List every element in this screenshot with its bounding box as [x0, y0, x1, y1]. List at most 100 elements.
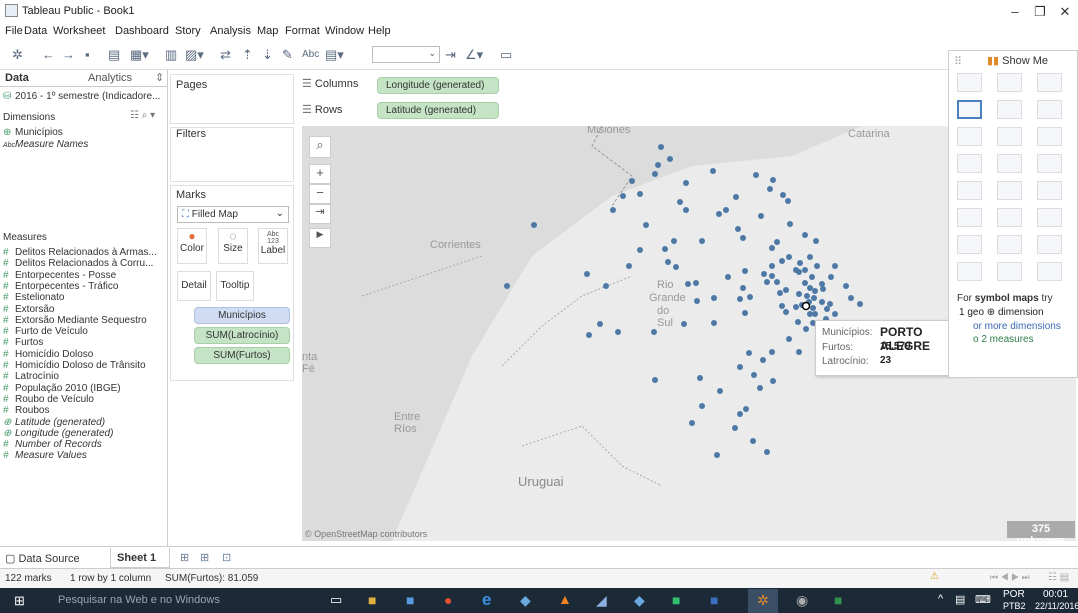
municipio-point[interactable]	[769, 245, 775, 251]
taskbar-search[interactable]: Pesquisar na Web e no Windows	[48, 594, 308, 613]
menu-worksheet[interactable]: Worksheet	[53, 25, 105, 37]
show-me-chart-option[interactable]	[1037, 154, 1062, 173]
unknown-badge[interactable]: 375 unknown	[1007, 521, 1075, 541]
municipio-point[interactable]	[758, 213, 764, 219]
measure-item[interactable]: # Homicídio Doloso de Trânsito	[3, 360, 146, 371]
datasource-item[interactable]: ⛁ 2016 - 1º semestre (Indicadore...	[3, 91, 160, 102]
show-me-chart-option[interactable]	[997, 181, 1022, 200]
word-icon[interactable]: ■	[710, 592, 718, 608]
edge-icon[interactable]: e	[482, 590, 491, 610]
municipio-point[interactable]	[803, 326, 809, 332]
show-me-chart-option[interactable]	[1037, 73, 1062, 92]
municipio-point[interactable]	[689, 420, 695, 426]
measure-item[interactable]: ⊕ Longitude (generated)	[3, 428, 113, 439]
label-button[interactable]: Abc 123 Label	[258, 228, 288, 264]
municipio-point[interactable]	[796, 269, 802, 275]
measure-item[interactable]: # Entorpecentes - Posse	[3, 270, 116, 281]
municipio-point[interactable]	[673, 264, 679, 270]
municipio-point[interactable]	[780, 192, 786, 198]
municipio-point[interactable]	[740, 285, 746, 291]
pill-latitude[interactable]: Latitude (generated)	[377, 102, 499, 119]
zoom-out-button[interactable]: −	[309, 184, 331, 204]
show-me-chart-option[interactable]	[1037, 127, 1062, 146]
menu-analysis[interactable]: Analysis	[210, 25, 251, 37]
municipio-point[interactable]	[620, 193, 626, 199]
municipio-point[interactable]	[812, 288, 818, 294]
windows-start-icon[interactable]: ⊞	[14, 593, 25, 609]
municipio-point[interactable]	[651, 329, 657, 335]
measure-item[interactable]: # Roubo de Veículo	[3, 394, 94, 405]
municipio-point[interactable]	[711, 295, 717, 301]
municipio-point[interactable]	[693, 280, 699, 286]
municipio-point[interactable]	[779, 258, 785, 264]
menu-story[interactable]: Story	[175, 25, 201, 37]
municipio-point[interactable]	[667, 156, 673, 162]
minimize-icon[interactable]: –	[1005, 4, 1025, 19]
measure-item[interactable]: # Extorsão Mediante Sequestro	[3, 315, 147, 326]
pen-icon[interactable]: ∠▾	[465, 47, 483, 63]
municipio-point[interactable]	[652, 171, 658, 177]
municipio-point[interactable]	[737, 296, 743, 302]
municipio-point[interactable]	[828, 274, 834, 280]
tab-data-source[interactable]: ▢ Data Source	[5, 552, 80, 565]
map-toolbar-expand[interactable]: ▶	[309, 228, 331, 248]
pages-shelf[interactable]: Pages	[170, 74, 294, 124]
municipio-point[interactable]	[699, 238, 705, 244]
municipio-point[interactable]	[750, 438, 756, 444]
restore-icon[interactable]: ❐	[1030, 4, 1050, 20]
new-sheet-icon[interactable]: ⊞	[180, 551, 189, 564]
clock-time[interactable]: 00:01	[1043, 589, 1068, 600]
municipio-point[interactable]	[809, 274, 815, 280]
app-icon-3[interactable]: ◆	[634, 592, 645, 609]
show-me-chart-option[interactable]	[997, 100, 1022, 119]
app-icon-2[interactable]: ◢	[596, 592, 607, 609]
fix-axes-icon[interactable]: ⇥	[445, 47, 456, 63]
labels-toggle[interactable]: Abc	[302, 49, 319, 60]
municipio-point[interactable]	[694, 298, 700, 304]
duplicate-icon[interactable]: ▥	[165, 47, 177, 63]
municipio-point[interactable]	[626, 263, 632, 269]
pin-map-button[interactable]: ⇥	[309, 204, 331, 224]
menu-file[interactable]: File	[5, 25, 23, 37]
municipio-point[interactable]	[770, 177, 776, 183]
measure-item[interactable]: # Estelionato	[3, 292, 64, 303]
municipio-point[interactable]	[504, 283, 510, 289]
municipio-point[interactable]	[783, 309, 789, 315]
menu-dashboard[interactable]: Dashboard	[115, 25, 169, 37]
municipio-point[interactable]	[761, 271, 767, 277]
measure-item[interactable]: # Measure Values	[3, 450, 87, 461]
measure-item[interactable]: # Delitos Relacionados à Corru...	[3, 258, 153, 269]
municipio-point[interactable]	[810, 305, 816, 311]
municipio-point[interactable]	[584, 271, 590, 277]
municipio-point[interactable]	[603, 283, 609, 289]
municipio-point[interactable]	[737, 364, 743, 370]
show-me-header[interactable]: ▮▮ Show Me	[987, 54, 1048, 67]
measure-item[interactable]: # Furtos	[3, 337, 43, 348]
mark-type-select[interactable]: ⛶ Filled Map ⌄	[177, 206, 289, 223]
language-variant[interactable]: PTB2	[1003, 601, 1026, 611]
store-icon[interactable]: ■	[406, 592, 414, 608]
measure-item[interactable]: # Roubos	[3, 405, 49, 416]
municipio-point[interactable]	[747, 294, 753, 300]
municipio-point[interactable]	[610, 207, 616, 213]
municipio-point[interactable]	[597, 321, 603, 327]
show-me-chart-option[interactable]	[957, 181, 982, 200]
filters-shelf[interactable]: Filters	[170, 127, 294, 182]
dimensions-menu-icon[interactable]: ☷ ⌕ ▾	[130, 110, 155, 121]
municipio-point[interactable]	[786, 254, 792, 260]
warning-icon[interactable]: ⚠	[930, 571, 939, 582]
municipio-point[interactable]	[824, 306, 830, 312]
municipio-point[interactable]	[807, 254, 813, 260]
municipio-point[interactable]	[797, 260, 803, 266]
measure-item[interactable]: ⊕ Latitude (generated)	[3, 417, 105, 428]
map-attribution[interactable]: © OpenStreetMap contributors	[305, 529, 427, 539]
keyboard-icon[interactable]: ⌨	[975, 593, 991, 606]
municipio-point[interactable]	[811, 295, 817, 301]
municipio-point[interactable]	[740, 235, 746, 241]
municipio-point[interactable]	[710, 168, 716, 174]
measure-item[interactable]: # Extorsão	[3, 304, 54, 315]
tooltip-button[interactable]: Tooltip	[216, 271, 254, 301]
show-me-chart-option[interactable]	[997, 127, 1022, 146]
municipio-point[interactable]	[658, 144, 664, 150]
municipio-point[interactable]	[716, 211, 722, 217]
